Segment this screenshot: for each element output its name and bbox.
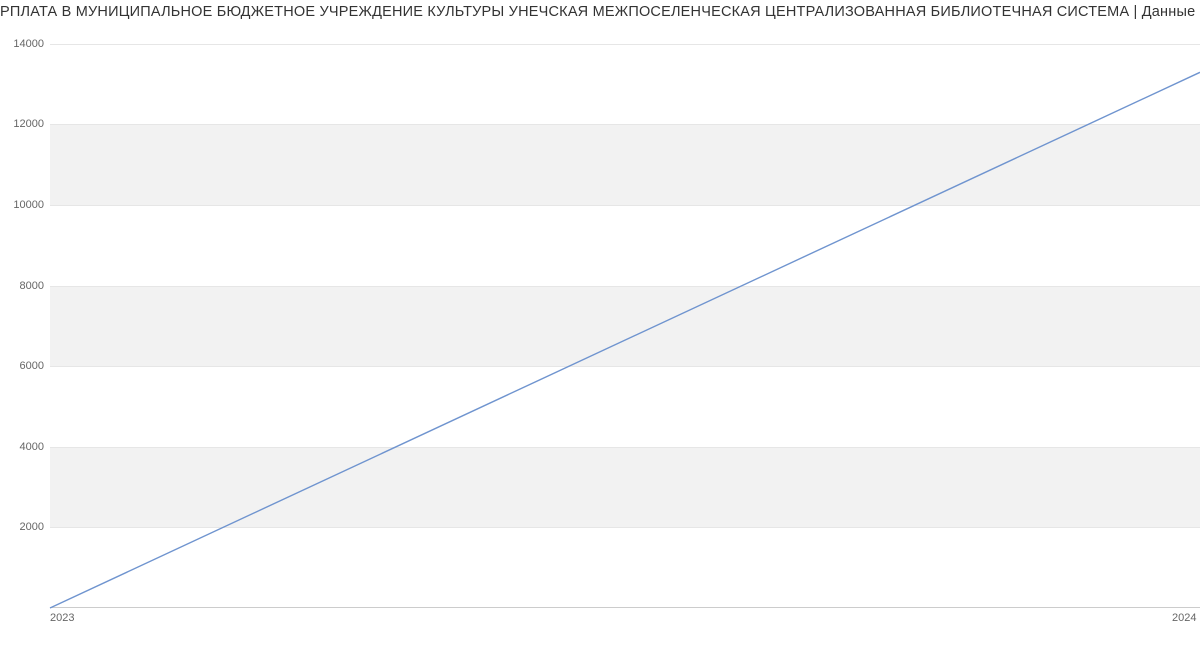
y-tick-label: 4000: [20, 441, 44, 453]
y-tick-label: 8000: [20, 280, 44, 292]
plot-area: [50, 28, 1200, 608]
y-tick-label: 12000: [13, 118, 44, 130]
y-tick-label: 14000: [13, 38, 44, 50]
chart-container: РПЛАТА В МУНИЦИПАЛЬНОЕ БЮДЖЕТНОЕ УЧРЕЖДЕ…: [0, 0, 1200, 650]
y-tick-label: 2000: [20, 521, 44, 533]
x-tick-label: 2023: [50, 612, 74, 624]
x-tick-label: 2024: [1172, 612, 1196, 624]
chart-title: РПЛАТА В МУНИЦИПАЛЬНОЕ БЮДЖЕТНОЕ УЧРЕЖДЕ…: [0, 4, 1200, 20]
line-series: [50, 28, 1200, 608]
y-tick-label: 6000: [20, 360, 44, 372]
y-tick-label: 10000: [13, 199, 44, 211]
